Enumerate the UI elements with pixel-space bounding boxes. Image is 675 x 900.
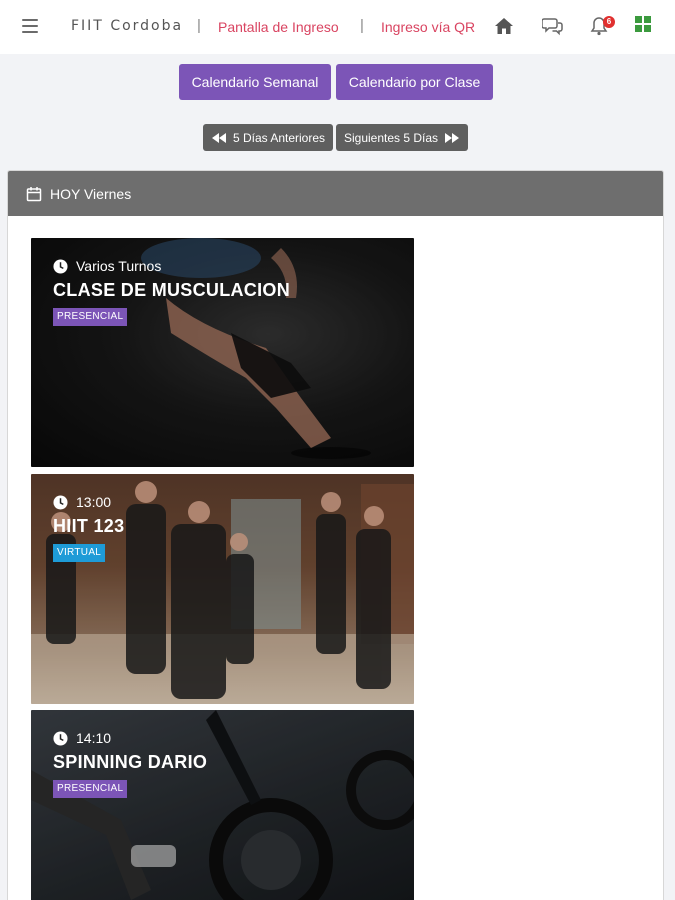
previous-days-button[interactable]: 5 Días Anteriores [203, 124, 333, 151]
class-name: CLASE DE MUSCULACION [53, 280, 291, 300]
nav-separator: | [360, 17, 364, 34]
class-time: 13:00 [53, 494, 111, 510]
nav-link-entry-screen[interactable]: Pantalla de Ingreso [218, 19, 339, 35]
brand-name[interactable]: FIIT Cordoba [71, 18, 183, 34]
class-card[interactable]: Varios Turnos CLASE DE MUSCULACION PRESE… [31, 238, 414, 467]
double-chevron-left-icon [211, 132, 226, 143]
menu-icon[interactable] [22, 19, 38, 33]
day-panel-header: HOY Viernes [8, 171, 663, 216]
class-time-label: Varios Turnos [76, 258, 162, 274]
previous-days-label: 5 Días Anteriores [232, 130, 326, 145]
class-name: SPINNING DARIO [53, 752, 208, 772]
class-mode-badge: PRESENCIAL [53, 780, 128, 798]
notification-count-badge: 6 [603, 16, 615, 28]
day-title: HOY Viernes [50, 185, 132, 202]
class-time-label: 13:00 [76, 494, 112, 510]
next-days-button[interactable]: Siguientes 5 Días [336, 124, 468, 151]
class-time: 14:10 [53, 730, 111, 746]
class-name: HIIT 123 [53, 516, 125, 536]
class-time-label: 14:10 [76, 730, 112, 746]
grid-icon[interactable] [635, 16, 657, 38]
weekly-calendar-button[interactable]: Calendario Semanal [179, 64, 331, 100]
clock-icon [53, 494, 68, 510]
double-chevron-right-icon [445, 132, 460, 143]
clock-icon [53, 258, 68, 274]
clock-icon [53, 730, 68, 746]
home-icon[interactable] [494, 16, 516, 38]
class-mode-badge: PRESENCIAL [53, 308, 128, 326]
class-card[interactable]: 14:10 SPINNING DARIO PRESENCIAL [31, 710, 414, 900]
class-card[interactable]: 13:00 HIIT 123 VIRTUAL [31, 474, 414, 704]
top-navbar: FIIT Cordoba | Pantalla de Ingreso | Ing… [0, 0, 675, 54]
class-mode-badge: VIRTUAL [53, 544, 106, 562]
nav-separator: | [197, 17, 201, 34]
class-time: Varios Turnos [53, 258, 161, 274]
chat-icon[interactable] [541, 16, 564, 38]
day-panel: HOY Viernes Varios Turnos CLASE DE MUSCU… [7, 170, 664, 900]
nav-link-qr-entry[interactable]: Ingreso vía QR [381, 19, 475, 35]
class-calendar-button[interactable]: Calendario por Clase [336, 64, 493, 100]
calendar-icon [26, 186, 42, 201]
next-days-label: Siguientes 5 Días [343, 130, 439, 145]
